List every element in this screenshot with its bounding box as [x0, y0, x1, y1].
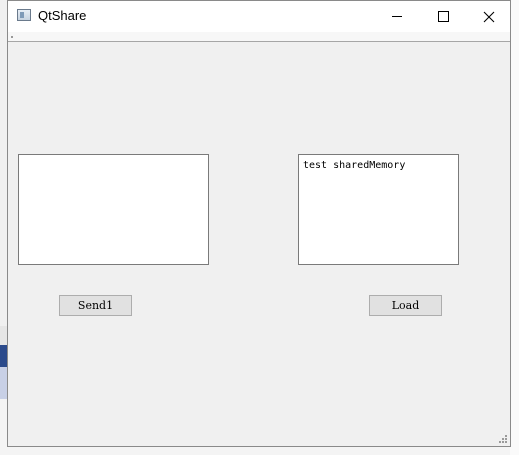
minimize-button[interactable]	[374, 1, 420, 32]
resize-grip-icon[interactable]	[499, 435, 508, 444]
app-window: QtShare test sharedMemory Send1 Load	[7, 0, 511, 447]
close-button[interactable]	[466, 1, 512, 32]
title-bar[interactable]: QtShare	[8, 1, 510, 32]
send-text-edit[interactable]	[18, 154, 209, 265]
send-button[interactable]: Send1	[59, 295, 132, 316]
receive-text-edit[interactable]: test sharedMemory	[298, 154, 459, 265]
maximize-icon	[437, 11, 449, 22]
menu-bar	[8, 32, 510, 42]
toolbar-grip-icon	[11, 36, 13, 38]
window-title: QtShare	[38, 8, 87, 23]
app-window-icon[interactable]	[17, 9, 31, 21]
close-icon	[483, 11, 495, 22]
load-button[interactable]: Load	[369, 295, 442, 316]
minimize-icon	[392, 16, 402, 17]
background-window-edge	[510, 0, 519, 455]
maximize-button[interactable]	[420, 1, 466, 32]
